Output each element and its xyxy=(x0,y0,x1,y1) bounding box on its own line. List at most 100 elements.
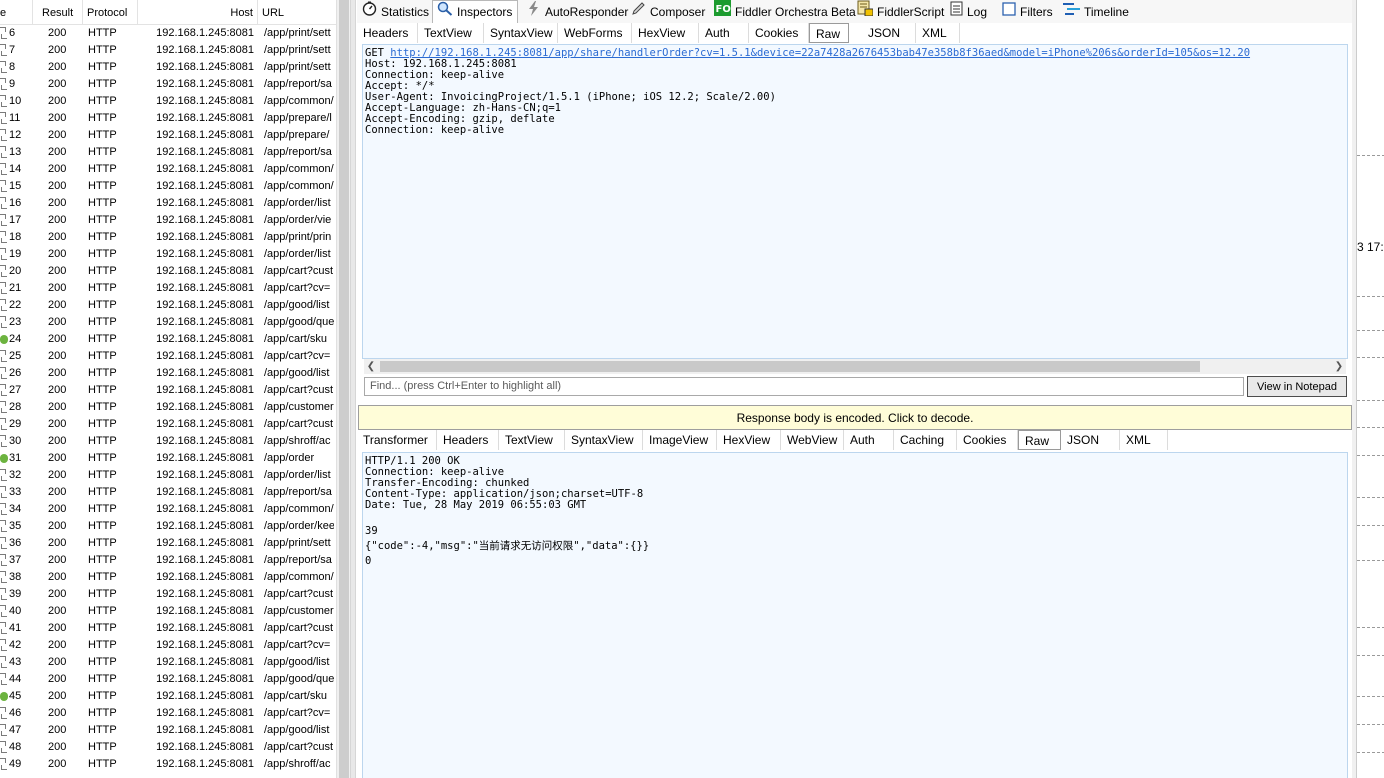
session-row[interactable]: 22 200 HTTP 192.168.1.245:8081/app/good/lis… xyxy=(0,297,336,314)
tab-inspectors[interactable]: Inspectors xyxy=(432,0,518,23)
column-header-host[interactable]: Host xyxy=(138,0,258,24)
session-row[interactable]: 11 200 HTTP 192.168.1.245:8081/app/prepare/… xyxy=(0,110,336,127)
tab-fiddlerscript[interactable]: FiddlerScript xyxy=(857,0,944,22)
tab-filters[interactable]: Filters xyxy=(1002,1,1053,22)
response-tab-hexview[interactable]: HexView xyxy=(717,430,781,450)
session-row[interactable]: 9 200 HTTP 192.168.1.245:8081/app/report/sa xyxy=(0,76,336,93)
session-row[interactable]: 45 200 HTTP 192.168.1.245:8081/app/cart/sku xyxy=(0,688,336,705)
column-header-number[interactable]: e xyxy=(0,0,33,24)
tab-autoresponder[interactable]: AutoResponder xyxy=(526,0,628,22)
tab-log[interactable]: Log xyxy=(950,1,987,22)
request-horizontal-scrollbar[interactable]: ❮ ❯ xyxy=(364,359,1346,374)
response-tab-webview[interactable]: WebView xyxy=(781,430,844,450)
response-tab-textview[interactable]: TextView xyxy=(499,430,565,450)
session-row[interactable]: 16 200 HTTP 192.168.1.245:8081/app/order/li… xyxy=(0,195,336,212)
session-row[interactable]: 14 200 HTTP 192.168.1.245:8081/app/common/ xyxy=(0,161,336,178)
session-row[interactable]: 39 200 HTTP 192.168.1.245:8081/app/cart?cus… xyxy=(0,586,336,603)
session-row[interactable]: 18 200 HTTP 192.168.1.245:8081/app/print/pr… xyxy=(0,229,336,246)
response-tab-caching[interactable]: Caching xyxy=(894,430,957,450)
column-header-result[interactable]: Result xyxy=(33,0,83,24)
decode-notice-bar[interactable]: Response body is encoded. Click to decod… xyxy=(358,405,1352,430)
session-row[interactable]: 12 200 HTTP 192.168.1.245:8081/app/prepare/ xyxy=(0,127,336,144)
response-tab-auth[interactable]: Auth xyxy=(844,430,894,450)
response-tab-xml[interactable]: XML xyxy=(1120,430,1168,450)
panel-splitter[interactable] xyxy=(350,0,356,778)
tab-statistics[interactable]: Statistics xyxy=(362,1,429,22)
session-row[interactable]: 37 200 HTTP 192.168.1.245:8081/app/report/s… xyxy=(0,552,336,569)
session-row[interactable]: 47 200 HTTP 192.168.1.245:8081/app/good/lis… xyxy=(0,722,336,739)
session-row[interactable]: 46 200 HTTP 192.168.1.245:8081/app/cart?cv= xyxy=(0,705,336,722)
session-row[interactable]: 36 200 HTTP 192.168.1.245:8081/app/print/se… xyxy=(0,535,336,552)
session-row[interactable]: 44 200 HTTP 192.168.1.245:8081/app/good/que xyxy=(0,671,336,688)
request-tab-webforms[interactable]: WebForms xyxy=(558,23,632,43)
session-row[interactable]: 34 200 HTTP 192.168.1.245:8081/app/common/ xyxy=(0,501,336,518)
request-raw-view[interactable]: GET http://192.168.1.245:8081/app/share/… xyxy=(362,44,1348,359)
session-row[interactable]: 27 200 HTTP 192.168.1.245:8081/app/cart?cus… xyxy=(0,382,336,399)
response-tab-syntaxview[interactable]: SyntaxView xyxy=(565,430,643,450)
tab-composer[interactable]: Composer xyxy=(631,1,705,22)
session-row[interactable]: 48 200 HTTP 192.168.1.245:8081/app/cart?cus… xyxy=(0,739,336,756)
session-row[interactable]: 20 200 HTTP 192.168.1.245:8081/app/cart?cus… xyxy=(0,263,336,280)
session-row[interactable]: 40 200 HTTP 192.168.1.245:8081/app/customer xyxy=(0,603,336,620)
session-row[interactable]: 10 200 HTTP 192.168.1.245:8081/app/common/ xyxy=(0,93,336,110)
session-row[interactable]: 19 200 HTTP 192.168.1.245:8081/app/order/li… xyxy=(0,246,336,263)
session-row[interactable]: 7 200 HTTP 192.168.1.245:8081/app/print/set… xyxy=(0,42,336,59)
session-host: 192.168.1.245:8081 xyxy=(156,214,254,226)
session-row[interactable]: 31 200 HTTP 192.168.1.245:8081/app/order xyxy=(0,450,336,467)
session-row[interactable]: 42 200 HTTP 192.168.1.245:8081/app/cart?cv= xyxy=(0,637,336,654)
view-in-notepad-button[interactable]: View in Notepad xyxy=(1247,376,1347,397)
request-url-link[interactable]: http://192.168.1.245:8081/app/share/hand… xyxy=(390,47,1250,59)
session-row[interactable]: 43 200 HTTP 192.168.1.245:8081/app/good/lis… xyxy=(0,654,336,671)
session-row[interactable]: 26 200 HTTP 192.168.1.245:8081/app/good/lis… xyxy=(0,365,336,382)
session-protocol: HTTP xyxy=(88,282,117,294)
find-input[interactable]: Find... (press Ctrl+Enter to highlight a… xyxy=(364,377,1244,396)
scrollbar-thumb[interactable] xyxy=(339,0,349,778)
session-list-scrollbar[interactable] xyxy=(336,0,351,778)
session-row[interactable]: 25 200 HTTP 192.168.1.245:8081/app/cart?cv= xyxy=(0,348,336,365)
request-tab-cookies[interactable]: Cookies xyxy=(749,23,809,43)
tab-fiddler-orchestra[interactable]: FO Fiddler Orchestra Beta xyxy=(714,0,856,22)
column-header-protocol[interactable]: Protocol xyxy=(83,0,138,24)
session-number: 9 xyxy=(9,78,16,90)
session-row[interactable]: 13 200 HTTP 192.168.1.245:8081/app/report/s… xyxy=(0,144,336,161)
response-tab-imageview[interactable]: ImageView xyxy=(643,430,717,450)
request-tab-xml[interactable]: XML xyxy=(916,23,960,43)
response-tab-headers[interactable]: Headers xyxy=(437,430,499,450)
session-row[interactable]: 38 200 HTTP 192.168.1.245:8081/app/common/ xyxy=(0,569,336,586)
tab-timeline[interactable]: Timeline xyxy=(1063,1,1129,22)
request-tab-syntaxview[interactable]: SyntaxView xyxy=(484,23,558,43)
session-list[interactable]: e Result Protocol Host URL 6 200 HTTP 192.1… xyxy=(0,0,336,778)
session-row[interactable]: 33 200 HTTP 192.168.1.245:8081/app/report/s… xyxy=(0,484,336,501)
session-row[interactable]: 21 200 HTTP 192.168.1.245:8081/app/cart?cv= xyxy=(0,280,336,297)
scroll-right-arrow-icon[interactable]: ❯ xyxy=(1332,359,1346,374)
request-tab-textview[interactable]: TextView xyxy=(418,23,484,43)
session-row[interactable]: 15 200 HTTP 192.168.1.245:8081/app/common/ xyxy=(0,178,336,195)
response-raw-view[interactable]: HTTP/1.1 200 OK Connection: keep-alive Tra… xyxy=(362,452,1348,778)
session-row[interactable]: 17 200 HTTP 192.168.1.245:8081/app/order/vi… xyxy=(0,212,336,229)
response-tab-raw[interactable]: Raw xyxy=(1018,430,1061,450)
session-row[interactable]: 24 200 HTTP 192.168.1.245:8081/app/cart/sku xyxy=(0,331,336,348)
session-row[interactable]: 23 200 HTTP 192.168.1.245:8081/app/good/que xyxy=(0,314,336,331)
request-tab-raw[interactable]: Raw xyxy=(809,23,849,43)
session-row[interactable]: 6 200 HTTP 192.168.1.245:8081/app/print/set… xyxy=(0,25,336,42)
request-tab-headers[interactable]: Headers xyxy=(357,23,418,43)
session-row[interactable]: 32 200 HTTP 192.168.1.245:8081/app/order/li… xyxy=(0,467,336,484)
session-row[interactable]: 29 200 HTTP 192.168.1.245:8081/app/cart?cus… xyxy=(0,416,336,433)
request-tab-json[interactable]: JSON xyxy=(862,23,916,43)
session-row[interactable]: 49 200 HTTP 192.168.1.245:8081/app/shroff/a… xyxy=(0,756,336,773)
session-protocol: HTTP xyxy=(88,316,117,328)
response-tab-transformer[interactable]: Transformer xyxy=(357,430,437,450)
session-row[interactable]: 41 200 HTTP 192.168.1.245:8081/app/cart?cus… xyxy=(0,620,336,637)
scroll-left-arrow-icon[interactable]: ❮ xyxy=(364,359,378,374)
request-tab-hexview[interactable]: HexView xyxy=(632,23,699,43)
column-header-url[interactable]: URL xyxy=(258,0,336,24)
scrollbar-thumb[interactable] xyxy=(380,361,1200,372)
session-row[interactable]: 8 200 HTTP 192.168.1.245:8081/app/print/set… xyxy=(0,59,336,76)
session-row[interactable]: 30 200 HTTP 192.168.1.245:8081/app/shroff/a… xyxy=(0,433,336,450)
response-tab-cookies[interactable]: Cookies xyxy=(957,430,1018,450)
request-tab-auth[interactable]: Auth xyxy=(699,23,749,43)
response-tab-json[interactable]: JSON xyxy=(1061,430,1120,450)
session-row[interactable]: 35 200 HTTP 192.168.1.245:8081/app/order/ke… xyxy=(0,518,336,535)
session-number: 33 xyxy=(9,486,22,498)
session-row[interactable]: 28 200 HTTP 192.168.1.245:8081/app/customer xyxy=(0,399,336,416)
